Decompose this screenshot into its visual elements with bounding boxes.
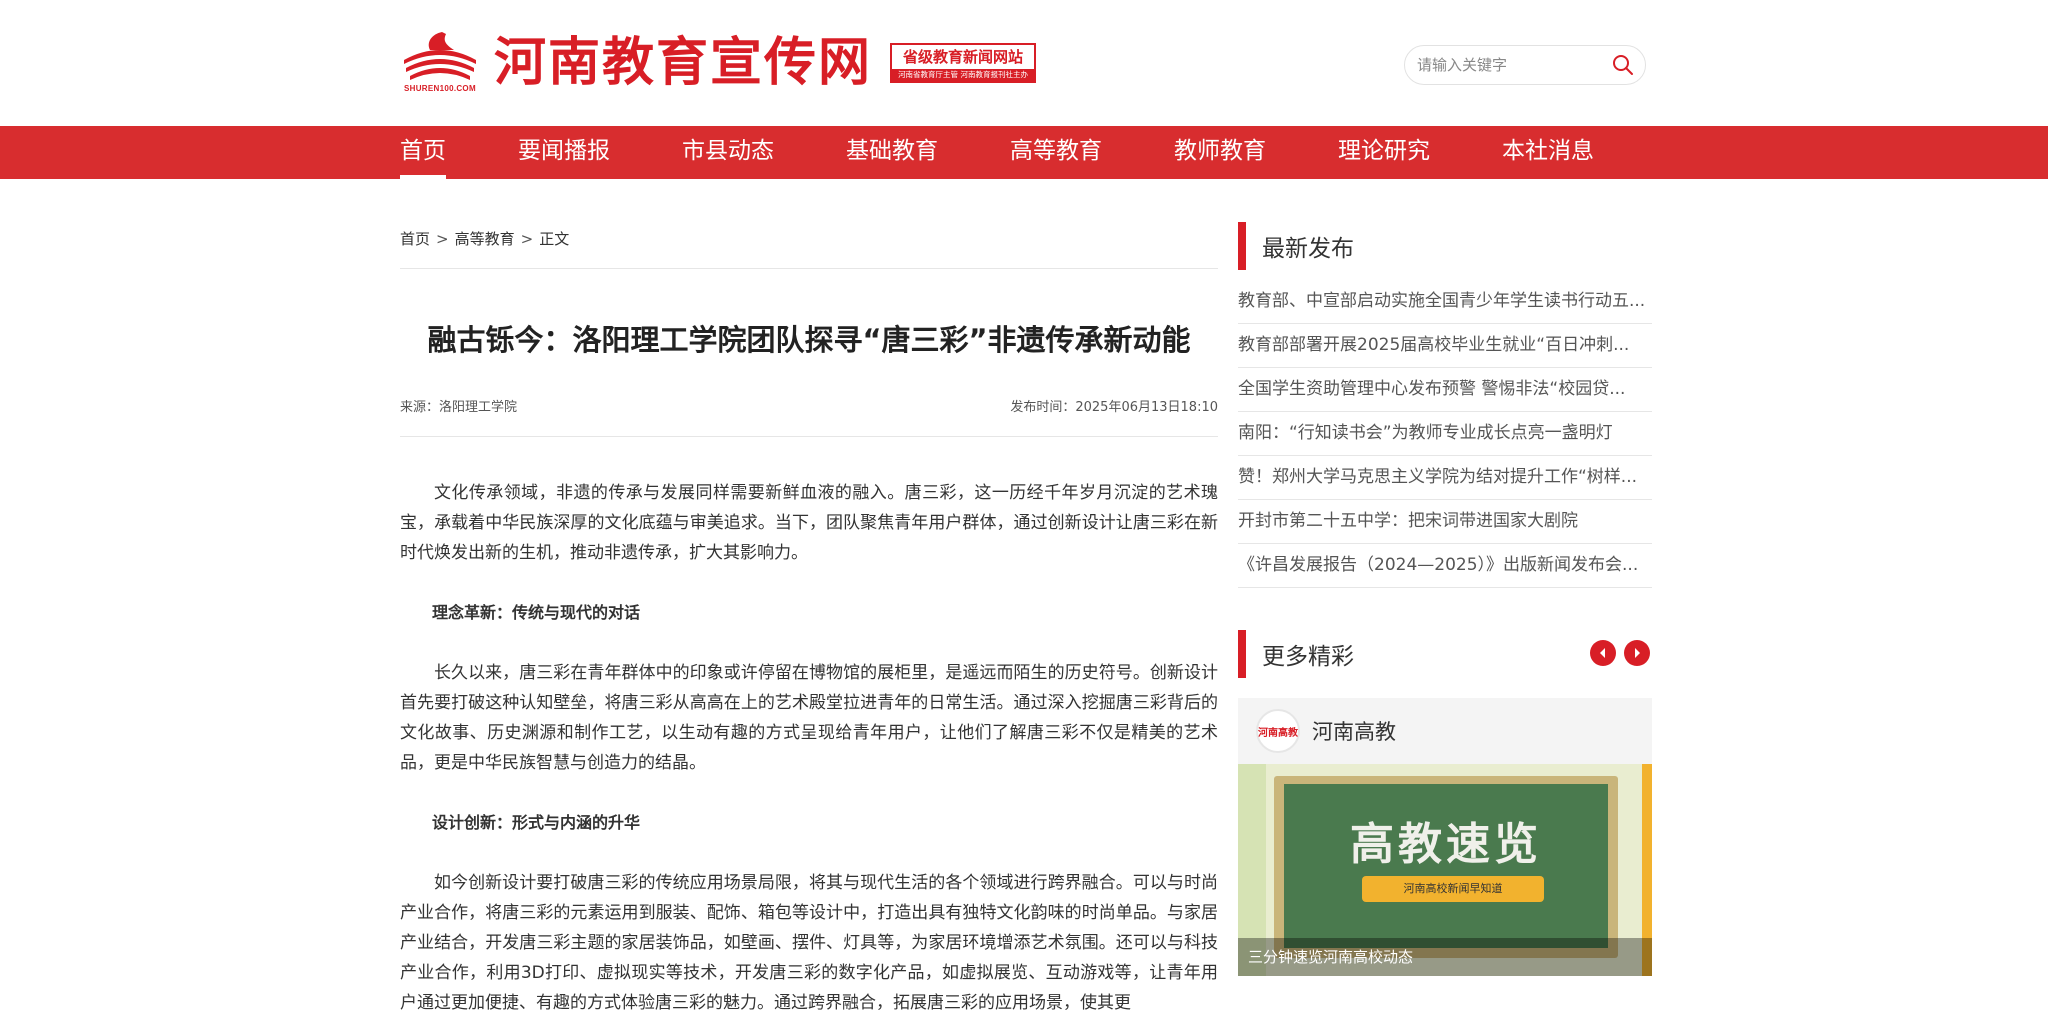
article-source: 来源：洛阳理工学院: [400, 400, 518, 415]
search-icon[interactable]: [1611, 53, 1635, 77]
chalkboard-banner: 河南高校新闻早知道: [1362, 876, 1544, 902]
breadcrumb-divider: [400, 268, 1218, 269]
article-title: 融古铄今：洛阳理工学院团队探寻“唐三彩”非遗传承新动能: [427, 323, 1191, 357]
chevron-left-icon: [1600, 648, 1605, 658]
article-paragraph: 文化传承领域，非遗的传承与发展同样需要新鲜血液的融入。唐三彩，这一历经千年岁月沉…: [400, 483, 1218, 563]
carousel-prev-button[interactable]: [1590, 640, 1616, 666]
nav-item-higher-education[interactable]: 高等教育: [1010, 126, 1102, 179]
nav-item-city-county[interactable]: 市县动态: [682, 126, 774, 179]
nav-item-teacher-education[interactable]: 教师教育: [1174, 126, 1266, 179]
latest-section-title: 最新发布: [1262, 236, 1354, 262]
article-subheading: 设计创新：形式与内涵的升华: [432, 813, 641, 832]
latest-item[interactable]: 南阳：“行知读书会”为教师专业成长点亮一盏明灯: [1238, 412, 1652, 456]
nav-item-basic-education[interactable]: 基础教育: [846, 126, 938, 179]
nav-item-agency-news[interactable]: 本社消息: [1502, 126, 1594, 179]
main-nav: 首页 要闻播报 市县动态 基础教育 高等教育 教师教育 理论研究 本社消息: [0, 126, 2048, 179]
badge-top-text: 省级教育新闻网站: [903, 48, 1024, 66]
search-input[interactable]: [1417, 56, 1611, 74]
latest-item[interactable]: 教育部部署开展2025届高校毕业生就业“百日冲刺...: [1238, 324, 1652, 368]
more-section-title: 更多精彩: [1262, 644, 1354, 670]
nav-item-theory-research[interactable]: 理论研究: [1338, 126, 1430, 179]
carousel-next-button[interactable]: [1624, 640, 1650, 666]
breadcrumb-separator: >: [436, 230, 449, 248]
search-box: [1404, 45, 1646, 85]
card-image: 高教速览 河南高校新闻早知道 三分钟速览河南高校动态: [1238, 764, 1652, 976]
card-caption: 三分钟速览河南高校动态: [1238, 938, 1652, 976]
site-logo[interactable]: SHUREN100.COM 河南教育宣传网 省级教育新闻网站 河南省教育厅主管 …: [400, 28, 1037, 98]
meta-divider: [400, 436, 1218, 437]
chalkboard-title: 高教速览: [1350, 819, 1542, 870]
latest-item[interactable]: 《许昌发展报告（2024—2025）》出版新闻发布会...: [1238, 544, 1652, 588]
latest-section-header: 最新发布: [1238, 222, 1652, 270]
section-marker: [1238, 222, 1246, 270]
article-paragraph: 长久以来，唐三彩在青年群体中的印象或许停留在博物馆的展柜里，是遥远而陌生的历史符…: [400, 663, 1218, 773]
latest-item[interactable]: 赞！郑州大学马克思主义学院为结对提升工作“树样...: [1238, 456, 1652, 500]
site-badge: 省级教育新闻网站 河南省教育厅主管 河南教育报刊社主办: [890, 43, 1037, 83]
nav-item-home[interactable]: 首页: [400, 126, 446, 179]
latest-item[interactable]: 教育部、中宣部启动实施全国青少年学生读书行动五...: [1238, 280, 1652, 324]
latest-list: 教育部、中宣部启动实施全国青少年学生读书行动五... 教育部部署开展2025届高…: [1238, 280, 1652, 588]
featured-card[interactable]: 河南高教 河南高教 高教速览 河南高校新闻早知道 三分钟速览河南高校动态: [1238, 698, 1652, 976]
article-body: 文化传承领域，非遗的传承与发展同样需要新鲜血液的融入。唐三彩，这一历经千年岁月沉…: [400, 478, 1218, 1024]
card-account-name: 河南高教: [1312, 720, 1396, 744]
logo-domain-text: SHUREN100.COM: [404, 84, 476, 93]
latest-item[interactable]: 开封市第二十五中学：把宋词带进国家大剧院: [1238, 500, 1652, 544]
site-title: 河南教育宣传网: [494, 32, 873, 93]
breadcrumb: 首页 > 高等教育 > 正文: [400, 228, 569, 249]
breadcrumb-home-link[interactable]: 首页: [400, 230, 430, 248]
card-header: 河南高教 河南高教: [1238, 698, 1652, 764]
avatar: 河南高教: [1256, 709, 1300, 753]
site-header: SHUREN100.COM 河南教育宣传网 省级教育新闻网站 河南省教育厅主管 …: [0, 0, 2048, 126]
article-subheading: 理念革新：传统与现代的对话: [432, 603, 641, 622]
breadcrumb-section-link[interactable]: 高等教育: [455, 230, 515, 248]
latest-item[interactable]: 全国学生资助管理中心发布预警 警惕非法“校园贷...: [1238, 368, 1652, 412]
badge-bottom-text: 河南省教育厅主管 河南教育报刊社主办: [892, 69, 1035, 81]
article-paragraph: 如今创新设计要打破唐三彩的传统应用场景局限，将其与现代生活的各个领域进行跨界融合…: [400, 873, 1218, 1013]
nav-item-news[interactable]: 要闻播报: [518, 126, 610, 179]
chevron-right-icon: [1635, 648, 1640, 658]
breadcrumb-current: 正文: [539, 230, 570, 248]
section-marker: [1238, 630, 1246, 678]
article-publish-time: 发布时间：2025年06月13日18:10: [1010, 400, 1218, 415]
breadcrumb-separator: >: [520, 230, 534, 248]
carousel-controls: [1582, 640, 1650, 666]
logo-emblem-icon: SHUREN100.COM: [400, 30, 482, 96]
